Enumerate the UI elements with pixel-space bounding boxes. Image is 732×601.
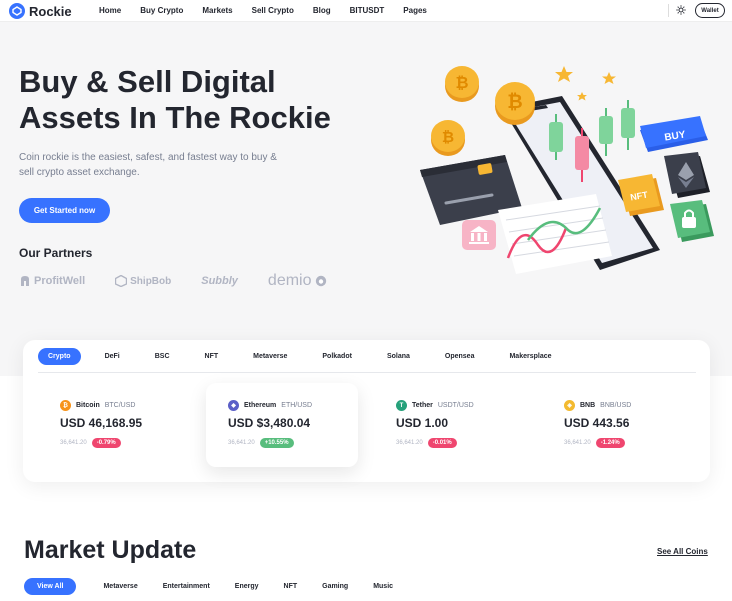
nav-home[interactable]: Home bbox=[99, 6, 121, 15]
buy-badge-illustration: BUY bbox=[640, 116, 708, 152]
hero-description: Coin rockie is the easiest, safest, and … bbox=[19, 152, 277, 178]
see-all-coins-link[interactable]: See All Coins bbox=[657, 547, 708, 556]
hero-illustration: ₿ ₿ ₿ BUY NFT bbox=[420, 66, 714, 274]
coin-name: Bitcoin bbox=[76, 402, 100, 409]
tab-makersplace[interactable]: Makersplace bbox=[498, 348, 562, 365]
partner-subbly: Subbly bbox=[201, 275, 238, 287]
coin-card-tether[interactable]: T Tether USDT/USD USD 1.00 36,641.20 -0.… bbox=[374, 383, 526, 467]
bitcoin-coin-1: ₿ bbox=[445, 66, 479, 102]
market-tabs: View All Metaverse Entertainment Energy … bbox=[24, 578, 418, 595]
partners-list: ProfitWell ShipBob Subbly demio bbox=[19, 272, 357, 290]
nav-pages[interactable]: Pages bbox=[403, 6, 427, 15]
rockie-logo-icon bbox=[9, 3, 25, 19]
get-started-button[interactable]: Get Started now bbox=[19, 198, 110, 223]
change-badge: +10.55% bbox=[259, 438, 294, 448]
nav-blog[interactable]: Blog bbox=[313, 6, 331, 15]
change-badge: -1.24% bbox=[595, 438, 625, 448]
ethereum-icon: ◆ bbox=[228, 400, 239, 411]
coin-price: USD 1.00 bbox=[396, 416, 449, 430]
coin-volume: 36,641.20 bbox=[228, 440, 255, 446]
logo[interactable]: Rockie bbox=[9, 3, 72, 19]
svg-text:₿: ₿ bbox=[442, 128, 454, 146]
coin-price: USD $3,480.04 bbox=[228, 416, 311, 430]
tab-bsc[interactable]: BSC bbox=[144, 348, 181, 365]
coin-pair: ETH/USD bbox=[281, 402, 313, 409]
bank-illustration bbox=[462, 220, 496, 250]
crypto-prices-card: Crypto DeFi BSC NFT Metaverse Polkadot S… bbox=[23, 340, 710, 482]
tab-defi[interactable]: DeFi bbox=[94, 348, 131, 365]
nav-buy-crypto[interactable]: Buy Crypto bbox=[140, 6, 183, 15]
tab-metaverse[interactable]: Metaverse bbox=[242, 348, 298, 365]
coin-name: BNB bbox=[580, 402, 596, 409]
coin-price: USD 443.56 bbox=[564, 416, 630, 430]
coin-card-bitcoin[interactable]: ₿ Bitcoin BTC/USD USD 46,168.95 36,641.2… bbox=[38, 383, 190, 467]
tab-opensea[interactable]: Opensea bbox=[434, 348, 486, 365]
coin-card-bnb[interactable]: ◈ BNB BNB/USD USD 443.56 36,641.20 -1.24… bbox=[542, 383, 694, 467]
svg-text:₿: ₿ bbox=[455, 73, 468, 92]
top-header: Rockie Home Buy Crypto Markets Sell Cryp… bbox=[0, 0, 732, 22]
nav-markets[interactable]: Markets bbox=[202, 6, 232, 15]
shipbob-logo-icon bbox=[115, 275, 128, 287]
partner-shipbob: ShipBob bbox=[115, 275, 171, 287]
tab-solana[interactable]: Solana bbox=[376, 348, 421, 365]
profitwell-logo-icon bbox=[21, 276, 29, 286]
tab-entertainment[interactable]: Entertainment bbox=[163, 578, 210, 595]
tabs-divider bbox=[38, 372, 696, 373]
tab-view-all[interactable]: View All bbox=[24, 578, 77, 595]
tab-energy[interactable]: Energy bbox=[235, 578, 259, 595]
coin-volume: 36,641.20 bbox=[60, 440, 87, 446]
bitcoin-icon: ₿ bbox=[60, 400, 71, 411]
change-badge: -0.79% bbox=[91, 438, 121, 448]
coin-name: Tether bbox=[412, 402, 433, 409]
tether-icon: T bbox=[396, 400, 407, 411]
tab-polkadot[interactable]: Polkadot bbox=[311, 348, 363, 365]
demio-logo-icon bbox=[315, 275, 326, 287]
partner-demio: demio bbox=[268, 272, 327, 290]
coin-pair: BNB/USD bbox=[600, 402, 632, 409]
tab-nft[interactable]: NFT bbox=[194, 348, 230, 365]
coin-name: Ethereum bbox=[244, 402, 277, 409]
tab-music[interactable]: Music bbox=[373, 578, 393, 595]
ethereum-tile-illustration bbox=[664, 152, 710, 198]
tab-nft[interactable]: NFT bbox=[284, 578, 298, 595]
coin-card-ethereum[interactable]: ◆ Ethereum ETH/USD USD $3,480.04 36,641.… bbox=[206, 383, 358, 467]
coin-price: USD 46,168.95 bbox=[60, 416, 143, 430]
wallet-button[interactable]: Wallet bbox=[695, 3, 725, 18]
tab-crypto[interactable]: Crypto bbox=[38, 348, 81, 365]
sun-icon[interactable] bbox=[676, 5, 686, 15]
logo-text: Rockie bbox=[29, 3, 72, 19]
partner-profitwell: ProfitWell bbox=[19, 275, 85, 287]
change-badge: -0.01% bbox=[427, 438, 457, 448]
market-update-title: Market Update bbox=[24, 536, 197, 564]
coin-volume: 36,641.20 bbox=[396, 440, 423, 446]
tab-gaming[interactable]: Gaming bbox=[322, 578, 348, 595]
bitcoin-coin-2: ₿ bbox=[495, 82, 535, 125]
partners-title: Our Partners bbox=[19, 246, 93, 260]
hero-title: Buy & Sell Digital Assets In The Rockie bbox=[19, 64, 331, 135]
crypto-tabs: Crypto DeFi BSC NFT Metaverse Polkadot S… bbox=[38, 348, 576, 365]
bitcoin-coin-3: ₿ bbox=[431, 120, 465, 156]
nav-bitusdt[interactable]: BITUSDT bbox=[350, 6, 385, 15]
lock-tile-illustration bbox=[670, 200, 714, 242]
coin-volume: 36,641.20 bbox=[564, 440, 591, 446]
main-nav: Home Buy Crypto Markets Sell Crypto Blog… bbox=[99, 6, 446, 15]
coin-pair: BTC/USD bbox=[104, 402, 136, 409]
nav-divider bbox=[668, 4, 669, 17]
nav-sell-crypto[interactable]: Sell Crypto bbox=[252, 6, 294, 15]
stars-illustration bbox=[555, 66, 616, 101]
coin-pair: USDT/USD bbox=[437, 402, 474, 409]
tab-metaverse[interactable]: Metaverse bbox=[103, 578, 137, 595]
svg-text:₿: ₿ bbox=[507, 91, 522, 113]
bnb-icon: ◈ bbox=[564, 400, 575, 411]
